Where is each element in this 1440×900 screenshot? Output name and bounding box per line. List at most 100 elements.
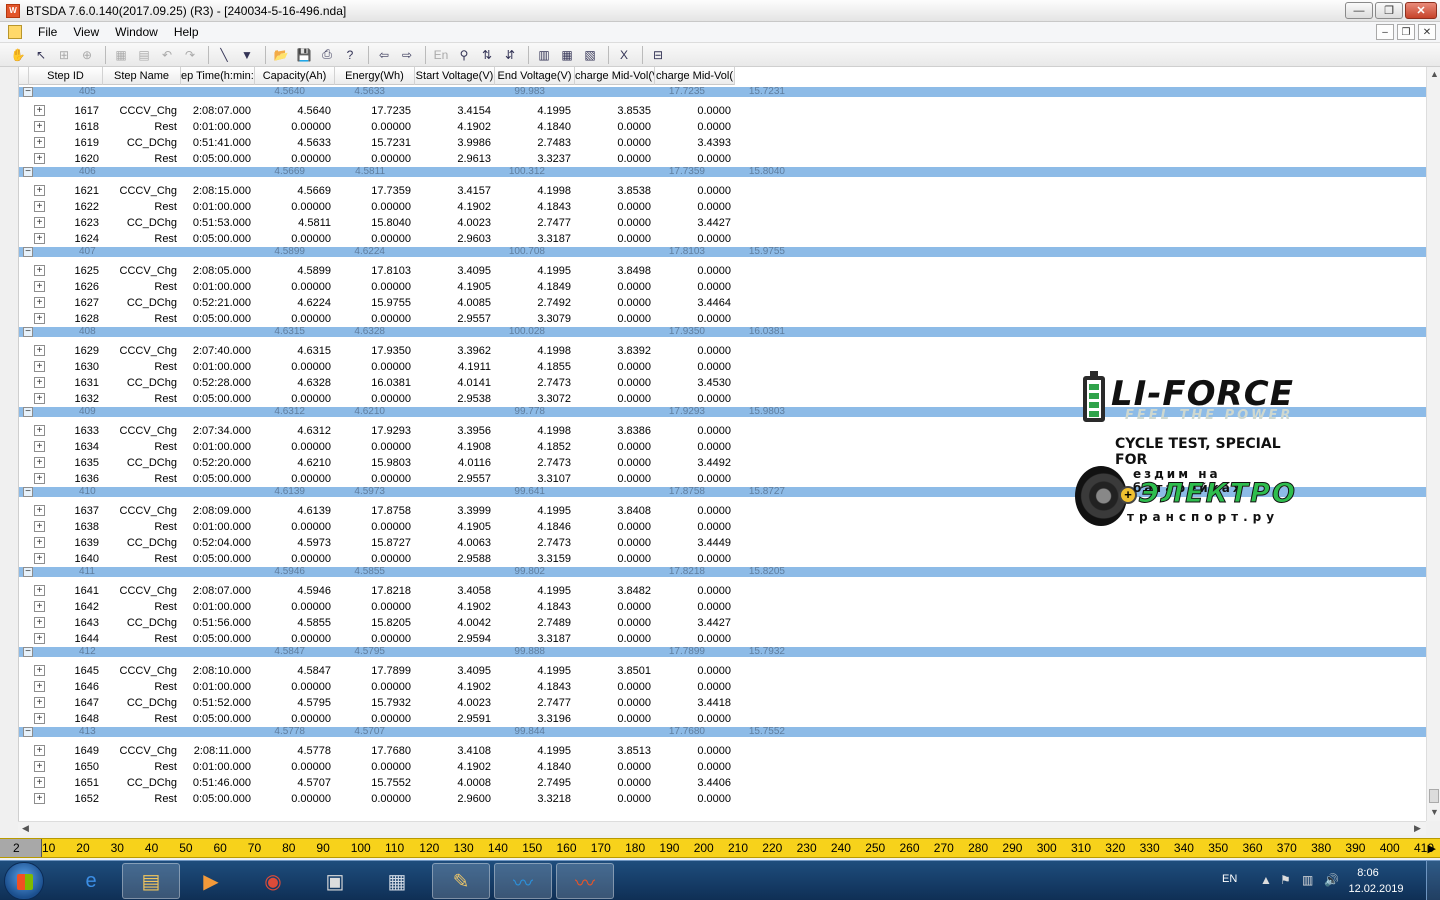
step-row[interactable]: +1628 Rest 0:05:00.000 0.00000 0.00000 2.9557… (19, 311, 1426, 327)
hand-pan-icon[interactable]: ✋ (8, 45, 28, 65)
language-en-icon[interactable]: En (431, 45, 451, 65)
cycle-row[interactable]: − 408 4.6315 4.6328 100.028 17.9350 16.0381 (19, 327, 1426, 337)
expand-icon[interactable]: + (34, 121, 45, 132)
cycle-row[interactable]: − 413 4.5778 4.5707 99.844 17.7680 15.7552 (19, 727, 1426, 737)
expand-icon[interactable]: + (34, 377, 45, 388)
column-header[interactable]: Energy(Wh) (335, 67, 415, 85)
open-folder-icon[interactable]: 📂 (271, 45, 291, 65)
tray-network-icon[interactable]: ▥ (1302, 873, 1313, 887)
paint-icon[interactable]: ✎ (432, 863, 490, 899)
expand-icon[interactable]: + (34, 697, 45, 708)
sort-asc-icon[interactable]: ⇅ (477, 45, 497, 65)
internet-explorer-icon[interactable]: e (62, 863, 120, 899)
step-row[interactable]: +1619 CC_DChg 0:51:41.000 4.5633 15.7231 3.99… (19, 135, 1426, 151)
btsda-blue-icon[interactable]: 〰 (494, 863, 552, 899)
column-header[interactable]: charge Mid-Vol( (655, 67, 735, 85)
start-button[interactable] (4, 862, 44, 900)
expand-icon[interactable]: + (34, 297, 45, 308)
step-row[interactable]: +1648 Rest 0:05:00.000 0.00000 0.00000 2.9591… (19, 711, 1426, 727)
step-row[interactable]: +1651 CC_DChg 0:51:46.000 4.5707 15.7552 4.00… (19, 775, 1426, 791)
expand-icon[interactable]: + (34, 713, 45, 724)
expand-icon[interactable]: + (34, 425, 45, 436)
expand-icon[interactable]: + (34, 521, 45, 532)
tray-expand-icon[interactable]: ▲ (1260, 873, 1272, 887)
pointer-icon[interactable]: ↖ (31, 45, 51, 65)
scroll-up-icon[interactable]: ▲ (1430, 69, 1439, 79)
grid-view-icon[interactable]: ▦ (111, 45, 131, 65)
collapse-icon[interactable]: − (23, 167, 33, 177)
scroll-left-icon[interactable]: ◀ (22, 823, 29, 834)
btsda-orange-icon[interactable]: 〰 (556, 863, 614, 899)
step-row[interactable]: +1623 CC_DChg 0:51:53.000 4.5811 15.8040 4.00… (19, 215, 1426, 231)
redo-icon[interactable]: ↷ (180, 45, 200, 65)
step-row[interactable]: +1627 CC_DChg 0:52:21.000 4.6224 15.9755 4.00… (19, 295, 1426, 311)
step-row[interactable]: +1650 Rest 0:01:00.000 0.00000 0.00000 4.1902… (19, 759, 1426, 775)
table-step-icon[interactable]: ▧ (580, 45, 600, 65)
column-header[interactable]: Step ID (29, 67, 103, 85)
expand-icon[interactable]: + (34, 505, 45, 516)
vertical-scrollbar[interactable]: ▲ ▼ (1426, 67, 1440, 821)
help-icon[interactable]: ? (340, 45, 360, 65)
show-desktop-button[interactable] (1426, 861, 1440, 900)
table-cycle-icon[interactable]: ▦ (557, 45, 577, 65)
menu-file[interactable]: File (30, 23, 65, 42)
tray-volume-icon[interactable]: 🔊 (1324, 873, 1339, 887)
chrome-icon[interactable]: ◉ (244, 863, 302, 899)
step-row[interactable]: +1621 CCCV_Chg 2:08:15.000 4.5669 17.7359 3.4… (19, 183, 1426, 199)
expand-icon[interactable]: + (34, 153, 45, 164)
scroll-right-icon[interactable]: ▶ (1414, 823, 1421, 834)
virtualbox-icon[interactable]: ▣ (306, 863, 364, 899)
print-icon[interactable]: ⎙ (317, 45, 337, 65)
collapse-icon[interactable]: − (23, 727, 33, 737)
cycle-ruler[interactable]: 2 ▶ 10 20 30 40 50 60 70 80 90 100 110 120 130 140 150… (0, 838, 1440, 858)
sort-desc-icon[interactable]: ⇵ (500, 45, 520, 65)
cycle-row[interactable]: − 411 4.5946 4.5855 99.802 17.8218 15.8205 (19, 567, 1426, 577)
collapse-icon[interactable]: − (23, 87, 33, 97)
step-row[interactable]: +1645 CCCV_Chg 2:08:10.000 4.5847 17.7899 3.4… (19, 663, 1426, 679)
tray-flag-icon[interactable]: ⚑ (1280, 873, 1291, 887)
collapse-icon[interactable]: − (23, 247, 33, 257)
expand-icon[interactable]: + (34, 537, 45, 548)
cycle-row[interactable]: − 412 4.5847 4.5795 99.888 17.7899 15.7932 (19, 647, 1426, 657)
cycle-row[interactable]: − 405 4.5640 4.5633 99.983 17.7235 15.7231 (19, 87, 1426, 97)
expand-icon[interactable]: + (34, 601, 45, 612)
btsda-app-icon[interactable]: W (6, 3, 20, 18)
collapse-icon[interactable]: − (23, 407, 33, 417)
expand-icon[interactable]: + (34, 665, 45, 676)
forward-icon[interactable]: ⇨ (397, 45, 417, 65)
mdi-restore-button[interactable]: ❐ (1397, 24, 1415, 40)
step-row[interactable]: +1644 Rest 0:05:00.000 0.00000 0.00000 2.9594… (19, 631, 1426, 647)
expand-icon[interactable]: + (34, 745, 45, 756)
step-row[interactable]: +1626 Rest 0:01:00.000 0.00000 0.00000 4.1905… (19, 279, 1426, 295)
horizontal-scrollbar[interactable]: ◀ ▶ (18, 821, 1426, 835)
filter-icon[interactable]: ▼ (237, 45, 257, 65)
step-row[interactable]: +1625 CCCV_Chg 2:08:05.000 4.5899 17.8103 3.4… (19, 263, 1426, 279)
expand-icon[interactable]: + (34, 393, 45, 404)
back-icon[interactable]: ⇦ (374, 45, 394, 65)
expand-icon[interactable]: + (34, 457, 45, 468)
step-row[interactable]: +1639 CC_DChg 0:52:04.000 4.5973 15.8727 4.00… (19, 535, 1426, 551)
menu-help[interactable]: Help (166, 23, 207, 42)
vertical-scroll-thumb[interactable] (1429, 789, 1439, 803)
expand-icon[interactable]: + (34, 761, 45, 772)
expand-icon[interactable]: + (34, 313, 45, 324)
expand-icon[interactable]: + (34, 777, 45, 788)
step-row[interactable]: +1640 Rest 0:05:00.000 0.00000 0.00000 2.9588… (19, 551, 1426, 567)
collapse-icon[interactable]: − (23, 327, 33, 337)
collapse-icon[interactable]: − (23, 487, 33, 497)
column-header[interactable]: Capacity(Ah) (255, 67, 335, 85)
menu-window[interactable]: Window (107, 23, 166, 42)
clock-date[interactable]: 12.02.2019 (1338, 883, 1414, 895)
expand-icon[interactable]: + (34, 617, 45, 628)
step-row[interactable]: +1646 Rest 0:01:00.000 0.00000 0.00000 4.1902… (19, 679, 1426, 695)
collapse-icon[interactable]: − (23, 567, 33, 577)
layout-icon[interactable]: ⊟ (648, 45, 668, 65)
expand-icon[interactable]: + (34, 441, 45, 452)
expand-icon[interactable]: + (34, 793, 45, 804)
column-header[interactable]: Start Voltage(V) (415, 67, 495, 85)
close-button[interactable]: ✕ (1405, 2, 1437, 19)
save-icon[interactable]: 💾 (294, 45, 314, 65)
copy-view-icon[interactable]: ▤ (134, 45, 154, 65)
step-row[interactable]: +1641 CCCV_Chg 2:08:07.000 4.5946 17.8218 3.4… (19, 583, 1426, 599)
file-explorer-icon[interactable]: ▤ (122, 863, 180, 899)
